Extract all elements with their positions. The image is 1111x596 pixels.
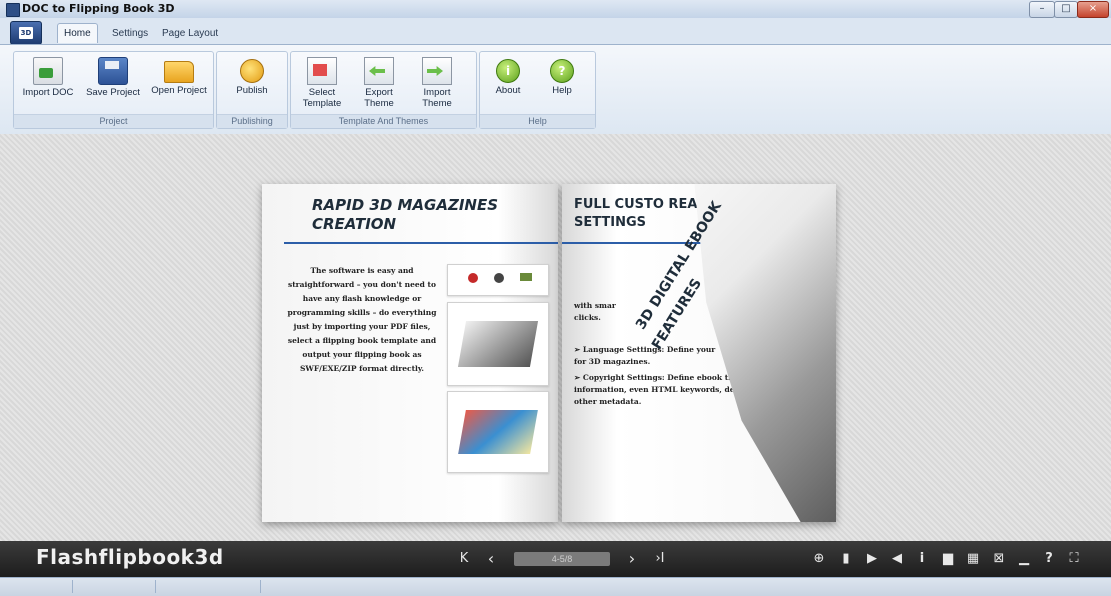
app-icon	[6, 3, 20, 17]
minimize-button[interactable]: –	[1029, 1, 1055, 18]
export-theme-icon	[364, 57, 394, 85]
open-project-button[interactable]: Open Project	[150, 55, 208, 113]
tab-settings[interactable]: Settings	[106, 24, 154, 43]
help-icon: ?	[550, 59, 574, 83]
ribbon-tab-row: 3D Home Settings Page Layout	[0, 18, 1111, 45]
app-button-label: 3D	[19, 27, 33, 39]
import-doc-icon	[33, 57, 63, 85]
right-page-line-2: clicks.	[574, 313, 601, 322]
right-page-line-4: for 3D magazines.	[574, 357, 651, 366]
thumbnail-icons	[447, 264, 549, 296]
publish-button[interactable]: Publish	[227, 55, 277, 113]
layers-icon	[520, 273, 532, 281]
first-page-button[interactable]: K	[456, 551, 472, 567]
group-label-help: Help	[480, 114, 595, 128]
select-template-button[interactable]: Select Template	[297, 55, 347, 113]
right-page-line-7: other metadata.	[574, 397, 642, 406]
application-menu-button[interactable]: 3D	[10, 21, 42, 45]
share-icon[interactable]: ⊠	[991, 551, 1007, 567]
right-page-heading-line2: SETTINGS	[574, 215, 647, 230]
group-label-project: Project	[14, 114, 213, 128]
right-page-line-3: ➢ Language Settings: Define your	[574, 345, 716, 354]
sound-icon[interactable]: ◀	[889, 551, 905, 567]
save-icon	[98, 57, 128, 85]
next-page-button[interactable]: ›	[624, 551, 640, 567]
save-project-button[interactable]: Save Project	[84, 55, 142, 113]
flipbook-toolbar: Flashflipbook3d K ‹ 4-5/8 › ›I ⊕ ▮ ▶ ◀ i…	[0, 541, 1111, 577]
open-project-label: Open Project	[151, 85, 207, 96]
publish-label: Publish	[236, 85, 268, 96]
play-icon[interactable]: ▶	[864, 551, 880, 567]
folder-icon	[164, 61, 194, 83]
maximize-button[interactable]: □	[1054, 1, 1078, 18]
import-theme-icon	[422, 57, 452, 85]
import-doc-button[interactable]: Import DOC	[22, 55, 74, 113]
zoom-in-icon[interactable]: ⊕	[811, 551, 827, 567]
group-project: Import DOC Save Project Open Project Pro…	[13, 51, 214, 129]
group-help: i About ? Help Help	[479, 51, 596, 129]
tab-page-layout[interactable]: Page Layout	[156, 24, 224, 43]
about-label: About	[495, 85, 521, 96]
left-page-heading-line1: RAPID 3D MAGAZINES	[312, 196, 499, 214]
status-bar	[0, 577, 1111, 596]
group-label-template-themes: Template And Themes	[291, 114, 476, 128]
help-label: Help	[552, 85, 572, 96]
close-button[interactable]: ×	[1077, 1, 1109, 18]
flip-book[interactable]: RAPID 3D MAGAZINES CREATION The software…	[262, 184, 836, 522]
right-page-line-1: with smar	[574, 301, 616, 310]
save-project-label: Save Project	[86, 87, 140, 98]
previous-page-button[interactable]: ‹	[483, 551, 499, 567]
fullscreen-icon[interactable]: ⛶	[1066, 551, 1082, 567]
tab-home[interactable]: Home	[57, 23, 98, 43]
about-button[interactable]: i About	[488, 55, 528, 113]
window-title: DOC to Flipping Book 3D	[22, 2, 175, 15]
brand-logo: Flashflipbook3d	[36, 545, 224, 569]
thumbnails-icon[interactable]: ▮	[838, 551, 854, 567]
red-ball-icon	[468, 273, 478, 283]
status-cell-1	[0, 580, 73, 593]
title-bar: DOC to Flipping Book 3D – □ ×	[0, 0, 1111, 18]
music-icon	[494, 273, 504, 283]
thumbnail-magazine-1	[447, 302, 549, 386]
print-icon[interactable]: ▁	[1016, 551, 1032, 567]
help-button[interactable]: ? Help	[542, 55, 582, 113]
left-page-body: The software is easy and straightforward…	[287, 266, 437, 373]
help-icon[interactable]: ?	[1041, 551, 1057, 567]
import-theme-button[interactable]: Import Theme	[415, 55, 459, 113]
left-page[interactable]: RAPID 3D MAGAZINES CREATION The software…	[262, 184, 558, 522]
info-icon: i	[496, 59, 520, 83]
bookmark-icon[interactable]: ▆	[940, 551, 956, 567]
template-icon	[307, 57, 337, 85]
left-page-rule	[284, 242, 558, 244]
thumbnail-magazine-2	[447, 391, 549, 473]
group-publishing: Publish Publishing	[216, 51, 288, 129]
import-doc-label: Import DOC	[22, 87, 74, 98]
grid-icon[interactable]: ▦	[965, 551, 981, 567]
export-theme-label: Export Theme	[364, 87, 394, 109]
status-cell-3	[156, 580, 261, 593]
page-number-field[interactable]: 4-5/8	[514, 552, 610, 566]
export-theme-button[interactable]: Export Theme	[357, 55, 401, 113]
ribbon: Import DOC Save Project Open Project Pro…	[0, 44, 1111, 135]
left-page-heading-line2: CREATION	[312, 215, 397, 233]
right-page-heading-line1: FULL CUSTO REATE	[574, 197, 715, 212]
status-cell-2	[73, 580, 156, 593]
info-icon[interactable]: i	[914, 551, 930, 567]
last-page-button[interactable]: ›I	[652, 551, 668, 567]
group-template-themes: Select Template Export Theme Import Them…	[290, 51, 477, 129]
select-template-label: Select Template	[302, 87, 342, 109]
magazine-image-1	[457, 321, 539, 367]
publish-icon	[240, 59, 264, 83]
magazine-image-2	[458, 410, 538, 454]
import-theme-label: Import Theme	[422, 87, 452, 109]
group-label-publishing: Publishing	[217, 114, 287, 128]
preview-workspace: RAPID 3D MAGAZINES CREATION The software…	[0, 134, 1111, 541]
